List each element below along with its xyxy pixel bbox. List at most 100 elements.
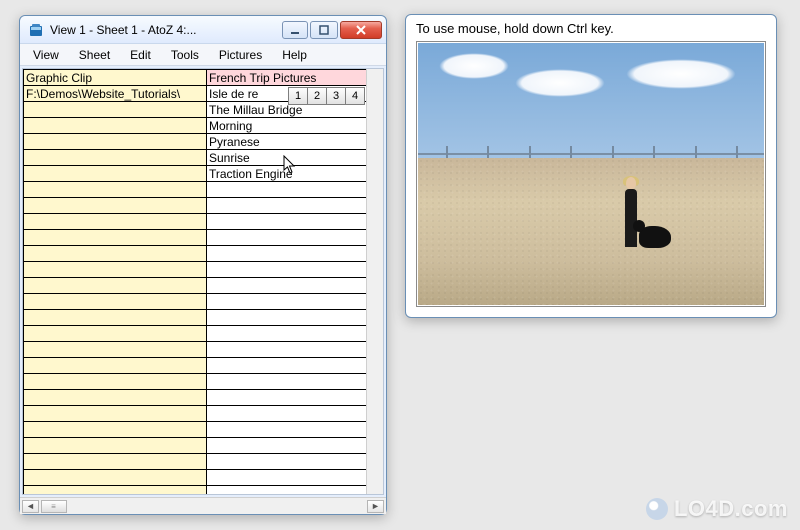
scroll-thumb[interactable]: ≡ bbox=[41, 500, 67, 513]
table-row[interactable] bbox=[24, 182, 383, 198]
cell-col-a[interactable]: F:\Demos\Website_Tutorials\ bbox=[24, 86, 207, 102]
cell-col-a[interactable] bbox=[24, 230, 207, 246]
cell-col-a[interactable] bbox=[24, 150, 207, 166]
cell-col-b[interactable] bbox=[207, 374, 383, 390]
cell-col-b[interactable] bbox=[207, 406, 383, 422]
cell-col-a[interactable] bbox=[24, 118, 207, 134]
cell-col-a[interactable] bbox=[24, 262, 207, 278]
table-row[interactable] bbox=[24, 390, 383, 406]
cell-col-a[interactable] bbox=[24, 374, 207, 390]
close-button[interactable] bbox=[340, 21, 382, 39]
scroll-right-button[interactable]: ► bbox=[367, 500, 384, 513]
minimize-button[interactable] bbox=[282, 21, 308, 39]
cell-col-b[interactable] bbox=[207, 438, 383, 454]
cell-col-a[interactable] bbox=[24, 182, 207, 198]
cell-col-b[interactable] bbox=[207, 278, 383, 294]
cell-col-a[interactable] bbox=[24, 486, 207, 496]
cell-col-b[interactable] bbox=[207, 486, 383, 496]
table-row[interactable] bbox=[24, 326, 383, 342]
cell-col-a[interactable] bbox=[24, 294, 207, 310]
cell-col-b[interactable] bbox=[207, 358, 383, 374]
cell-col-a[interactable] bbox=[24, 342, 207, 358]
table-row[interactable] bbox=[24, 374, 383, 390]
cell-col-b[interactable] bbox=[207, 246, 383, 262]
menu-edit[interactable]: Edit bbox=[121, 46, 160, 64]
watermark-text: LO4D.com bbox=[674, 496, 788, 522]
table-row[interactable] bbox=[24, 438, 383, 454]
table-row[interactable] bbox=[24, 230, 383, 246]
grid[interactable]: Graphic ClipFrench Trip PicturesF:\Demos… bbox=[23, 69, 383, 495]
table-row[interactable] bbox=[24, 310, 383, 326]
cell-col-b[interactable] bbox=[207, 294, 383, 310]
table-row[interactable]: Sunrise bbox=[24, 150, 383, 166]
cell-col-a[interactable] bbox=[24, 390, 207, 406]
titlebar[interactable]: View 1 - Sheet 1 - AtoZ 4:... bbox=[20, 16, 386, 44]
cell-col-a[interactable] bbox=[24, 198, 207, 214]
menu-help[interactable]: Help bbox=[273, 46, 316, 64]
sheet-tab-4[interactable]: 4 bbox=[345, 87, 365, 105]
table-row[interactable] bbox=[24, 486, 383, 496]
sheet-tab-1[interactable]: 1 bbox=[288, 87, 308, 105]
cell-col-a[interactable] bbox=[24, 278, 207, 294]
table-row[interactable] bbox=[24, 262, 383, 278]
table-row[interactable] bbox=[24, 358, 383, 374]
cell-col-b[interactable] bbox=[207, 230, 383, 246]
cell-col-b[interactable]: French Trip Pictures bbox=[207, 70, 383, 86]
vertical-scrollbar[interactable] bbox=[366, 69, 383, 494]
window-controls bbox=[282, 21, 382, 39]
sheet-tab-2[interactable]: 2 bbox=[307, 87, 327, 105]
cell-col-b[interactable] bbox=[207, 390, 383, 406]
table-row[interactable] bbox=[24, 214, 383, 230]
cell-col-a[interactable] bbox=[24, 358, 207, 374]
table-row[interactable] bbox=[24, 422, 383, 438]
sheet-tab-3[interactable]: 3 bbox=[326, 87, 346, 105]
table-row[interactable] bbox=[24, 342, 383, 358]
table-row[interactable] bbox=[24, 198, 383, 214]
cell-col-b[interactable] bbox=[207, 342, 383, 358]
cell-col-a[interactable] bbox=[24, 454, 207, 470]
preview-image[interactable] bbox=[418, 43, 764, 305]
cell-col-b[interactable]: Sunrise bbox=[207, 150, 383, 166]
cell-col-b[interactable]: Morning bbox=[207, 118, 383, 134]
table-row[interactable] bbox=[24, 246, 383, 262]
table-row[interactable]: Graphic ClipFrench Trip Pictures bbox=[24, 70, 383, 86]
table-row[interactable] bbox=[24, 406, 383, 422]
horizontal-scrollbar[interactable]: ◄ ≡ ► bbox=[20, 497, 386, 514]
menu-sheet[interactable]: Sheet bbox=[70, 46, 119, 64]
table-row[interactable]: Traction Engine bbox=[24, 166, 383, 182]
cell-col-b[interactable] bbox=[207, 182, 383, 198]
cell-col-b[interactable] bbox=[207, 198, 383, 214]
table-row[interactable] bbox=[24, 278, 383, 294]
table-row[interactable]: Pyranese bbox=[24, 134, 383, 150]
cell-col-a[interactable] bbox=[24, 470, 207, 486]
cell-col-b[interactable] bbox=[207, 326, 383, 342]
cell-col-b[interactable] bbox=[207, 310, 383, 326]
cell-col-b[interactable]: Traction Engine bbox=[207, 166, 383, 182]
cell-col-b[interactable] bbox=[207, 262, 383, 278]
cell-col-a[interactable] bbox=[24, 438, 207, 454]
cell-col-a[interactable] bbox=[24, 326, 207, 342]
cell-col-b[interactable] bbox=[207, 422, 383, 438]
maximize-button[interactable] bbox=[310, 21, 338, 39]
menu-view[interactable]: View bbox=[24, 46, 68, 64]
cell-col-a[interactable] bbox=[24, 422, 207, 438]
table-row[interactable] bbox=[24, 470, 383, 486]
cell-col-b[interactable] bbox=[207, 470, 383, 486]
cell-col-b[interactable] bbox=[207, 214, 383, 230]
table-row[interactable] bbox=[24, 294, 383, 310]
cell-col-a[interactable] bbox=[24, 406, 207, 422]
table-row[interactable] bbox=[24, 454, 383, 470]
menu-tools[interactable]: Tools bbox=[162, 46, 208, 64]
cell-col-b[interactable] bbox=[207, 454, 383, 470]
cell-col-a[interactable] bbox=[24, 134, 207, 150]
cell-col-b[interactable]: Pyranese bbox=[207, 134, 383, 150]
cell-col-a[interactable]: Graphic Clip bbox=[24, 70, 207, 86]
cell-col-a[interactable] bbox=[24, 246, 207, 262]
cell-col-a[interactable] bbox=[24, 214, 207, 230]
scroll-left-button[interactable]: ◄ bbox=[22, 500, 39, 513]
cell-col-a[interactable] bbox=[24, 102, 207, 118]
table-row[interactable]: Morning bbox=[24, 118, 383, 134]
cell-col-a[interactable] bbox=[24, 166, 207, 182]
menu-pictures[interactable]: Pictures bbox=[210, 46, 271, 64]
cell-col-a[interactable] bbox=[24, 310, 207, 326]
